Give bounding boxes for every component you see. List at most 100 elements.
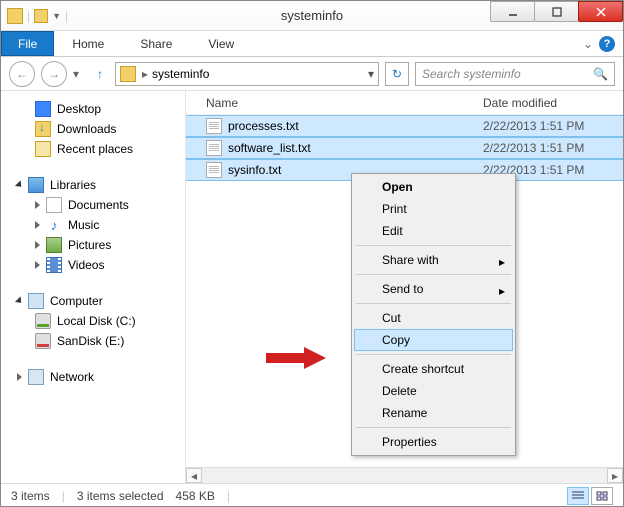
explorer-body: Desktop Downloads Recent places Librarie… <box>1 91 623 483</box>
icons-view-button[interactable] <box>591 487 613 505</box>
tab-view[interactable]: View <box>190 31 252 56</box>
refresh-button[interactable]: ↻ <box>385 62 409 86</box>
file-name: software_list.txt <box>228 141 483 155</box>
app-folder-icon <box>7 8 23 24</box>
tab-home[interactable]: Home <box>54 31 122 56</box>
nav-drive-c[interactable]: Local Disk (C:) <box>1 311 185 331</box>
close-button[interactable] <box>578 1 623 22</box>
ctx-copy[interactable]: Copy <box>354 329 513 351</box>
up-button[interactable]: ↑ <box>91 65 109 83</box>
expand-icon[interactable] <box>35 201 40 209</box>
expand-icon[interactable] <box>15 296 24 305</box>
status-item-count: 3 items <box>11 489 50 503</box>
file-date: 2/22/2013 1:51 PM <box>483 119 623 133</box>
minimize-button[interactable] <box>490 1 535 22</box>
nav-network[interactable]: Network <box>1 367 185 387</box>
nav-lib-videos[interactable]: Videos <box>1 255 185 275</box>
nav-libraries[interactable]: Libraries <box>1 175 185 195</box>
recent-places-icon <box>35 141 51 157</box>
submenu-arrow-icon: ▸ <box>499 284 505 298</box>
scroll-left-icon[interactable]: ◂ <box>186 468 202 483</box>
ctx-delete[interactable]: Delete <box>354 380 513 402</box>
history-dropdown-icon[interactable]: ▾ <box>73 67 85 81</box>
ctx-print[interactable]: Print <box>354 198 513 220</box>
nav-label: Videos <box>68 258 104 272</box>
expand-icon[interactable] <box>35 241 40 249</box>
nav-label: Downloads <box>57 122 116 136</box>
nav-label: Local Disk (C:) <box>57 314 136 328</box>
breadcrumb-current[interactable]: systeminfo <box>152 67 209 81</box>
ctx-properties[interactable]: Properties <box>354 431 513 453</box>
libraries-icon <box>28 177 44 193</box>
nav-label: Pictures <box>68 238 111 252</box>
nav-label: Documents <box>68 198 129 212</box>
status-separator: | <box>62 489 65 503</box>
ctx-label: Share with <box>382 253 439 267</box>
maximize-button[interactable] <box>534 1 579 22</box>
status-separator: | <box>227 489 230 503</box>
text-file-icon <box>206 162 222 178</box>
nav-favorite-desktop[interactable]: Desktop <box>1 99 185 119</box>
status-size: 458 KB <box>176 489 215 503</box>
qat-dropdown-icon[interactable]: ▼ <box>52 11 61 21</box>
tab-share[interactable]: Share <box>122 31 190 56</box>
nav-favorite-recent[interactable]: Recent places <box>1 139 185 159</box>
ctx-rename[interactable]: Rename <box>354 402 513 424</box>
ctx-send-to[interactable]: Send to ▸ <box>354 278 513 300</box>
ctx-share-with[interactable]: Share with ▸ <box>354 249 513 271</box>
column-name[interactable]: Name <box>206 96 483 110</box>
address-dropdown-icon[interactable]: ▾ <box>368 67 374 81</box>
nav-label: Desktop <box>57 102 101 116</box>
ctx-create-shortcut[interactable]: Create shortcut <box>354 358 513 380</box>
details-view-button[interactable] <box>567 487 589 505</box>
help-icon[interactable]: ? <box>599 36 615 52</box>
scroll-track[interactable] <box>202 468 607 483</box>
column-headers: Name Date modified <box>186 91 623 115</box>
status-selected-count: 3 items selected <box>77 489 164 503</box>
ctx-separator <box>356 427 511 428</box>
search-input[interactable]: Search systeminfo 🔍 <box>415 62 615 86</box>
nav-computer[interactable]: Computer <box>1 291 185 311</box>
ctx-open[interactable]: Open <box>354 176 513 198</box>
nav-lib-documents[interactable]: Documents <box>1 195 185 215</box>
horizontal-scrollbar[interactable]: ◂ ▸ <box>186 467 623 483</box>
ctx-cut[interactable]: Cut <box>354 307 513 329</box>
network-icon <box>28 369 44 385</box>
back-button[interactable]: ← <box>9 61 35 87</box>
address-bar[interactable]: ▸ systeminfo ▾ <box>115 62 379 86</box>
ribbon-expand-icon[interactable]: ⌄ <box>583 37 593 51</box>
nav-lib-music[interactable]: ♪Music <box>1 215 185 235</box>
forward-button[interactable]: → <box>41 61 67 87</box>
column-date[interactable]: Date modified <box>483 96 623 110</box>
ribbon: File Home Share View ⌄ ? <box>1 31 623 57</box>
nav-label: Recent places <box>57 142 133 156</box>
nav-favorite-downloads[interactable]: Downloads <box>1 119 185 139</box>
submenu-arrow-icon: ▸ <box>499 255 505 269</box>
title-bar: | ▼ | systeminfo <box>1 1 623 31</box>
nav-drive-e[interactable]: SanDisk (E:) <box>1 331 185 351</box>
navigation-pane: Desktop Downloads Recent places Librarie… <box>1 91 186 483</box>
ctx-separator <box>356 303 511 304</box>
file-row[interactable]: processes.txt 2/22/2013 1:51 PM <box>186 115 623 137</box>
nav-label: Network <box>50 370 94 384</box>
expand-icon[interactable] <box>17 373 22 381</box>
file-row[interactable]: software_list.txt 2/22/2013 1:51 PM <box>186 137 623 159</box>
pictures-icon <box>46 237 62 253</box>
nav-label: Computer <box>50 294 103 308</box>
expand-icon[interactable] <box>35 221 40 229</box>
expand-icon[interactable] <box>35 261 40 269</box>
qat-separator: | <box>27 9 30 23</box>
qat-open-icon[interactable] <box>34 9 48 23</box>
file-tab[interactable]: File <box>1 31 54 56</box>
address-folder-icon <box>120 66 136 82</box>
file-date: 2/22/2013 1:51 PM <box>483 141 623 155</box>
ctx-label: Send to <box>382 282 423 296</box>
breadcrumb-sep-icon[interactable]: ▸ <box>142 67 148 81</box>
search-icon[interactable]: 🔍 <box>593 67 608 81</box>
text-file-icon <box>206 118 222 134</box>
annotation-arrow-icon <box>266 347 326 372</box>
scroll-right-icon[interactable]: ▸ <box>607 468 623 483</box>
ctx-edit[interactable]: Edit <box>354 220 513 242</box>
nav-lib-pictures[interactable]: Pictures <box>1 235 185 255</box>
expand-icon[interactable] <box>15 180 24 189</box>
